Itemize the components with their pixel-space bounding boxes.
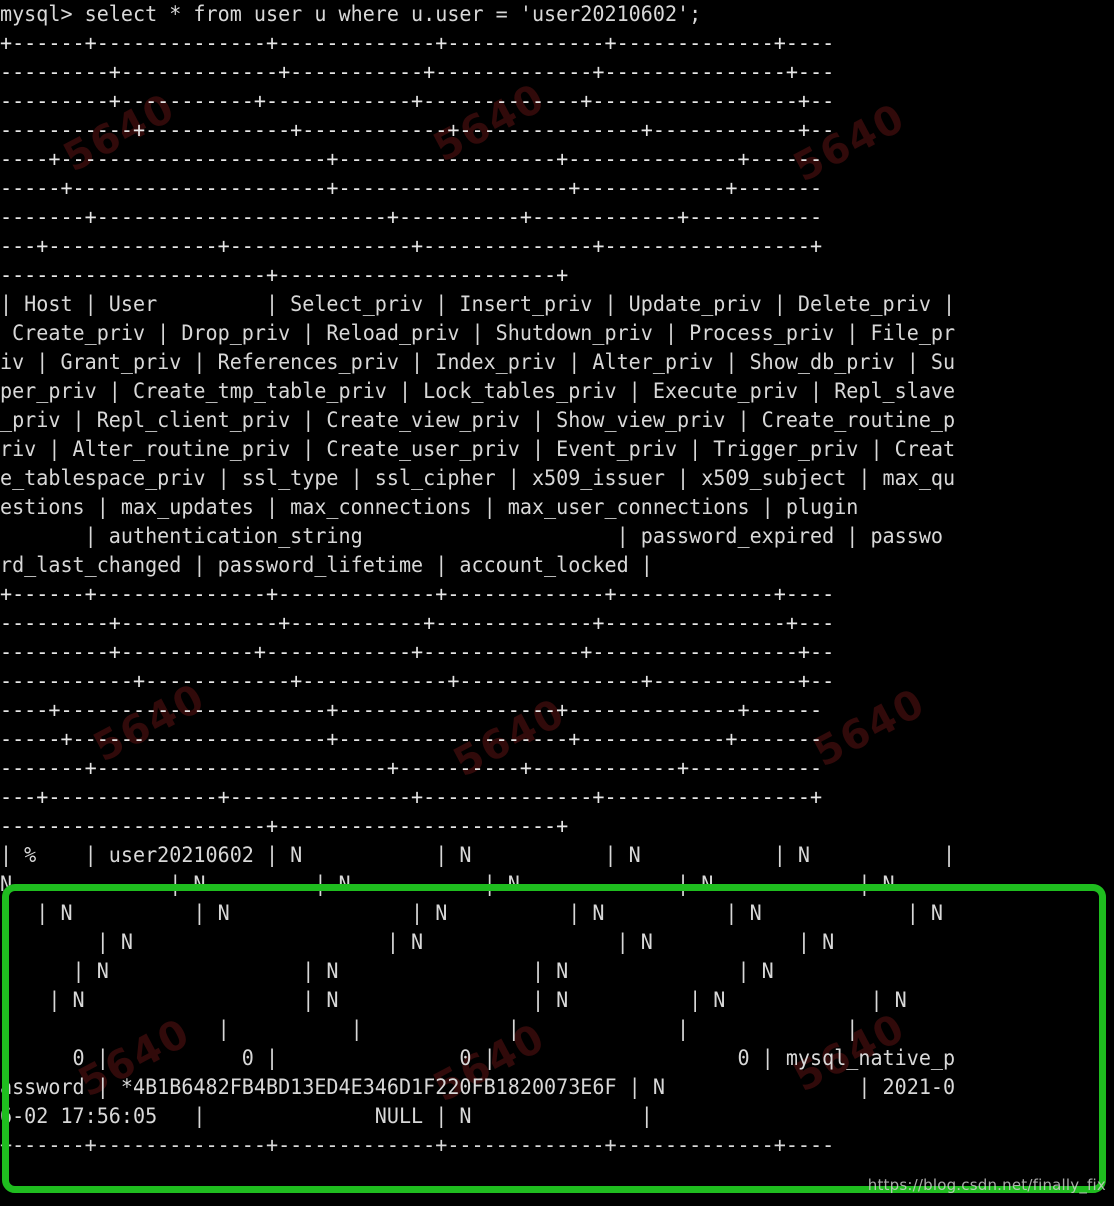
table-separator-line: +------+--------------+-------------+---… [0, 31, 835, 56]
terminal-line: N | N | N | N | N | N [0, 872, 895, 897]
table-separator-line: ---------+-----------+------------+-----… [0, 89, 835, 114]
table-separator-line: ----------------------+-----------------… [0, 814, 569, 839]
terminal-line: estions | max_updates | max_connections … [0, 495, 859, 520]
terminal-line: | | | | | [0, 1017, 859, 1042]
terminal-line: mysql> select * from user u where u.user… [0, 2, 702, 27]
terminal-output[interactable]: mysql> select * from user u where u.user… [0, 0, 1114, 1206]
terminal-line: Create_priv | Drop_priv | Reload_priv | … [0, 321, 956, 346]
terminal-screenshot: 5640 5640 5640 5640 5640 5640 5640 5640 … [0, 0, 1114, 1206]
table-separator-line: -----+---------------------+------------… [0, 176, 823, 201]
terminal-line: riv | Alter_routine_priv | Create_user_p… [0, 437, 956, 462]
terminal-line: 0 | 0 | 0 | 0 | mysql_native_p [0, 1046, 956, 1071]
terminal-line: | % | user20210602 | N | N | N | N | [0, 843, 956, 868]
table-separator-line: ---------+-------------+-----------+----… [0, 60, 835, 85]
terminal-line: | Host | User | Select_priv | Insert_pri… [0, 292, 956, 317]
table-separator-line: ----------------------+-----------------… [0, 263, 569, 288]
terminal-line: e_tablespace_priv | ssl_type | ssl_ciphe… [0, 466, 956, 491]
table-separator-line: -------+------------------------+-------… [0, 756, 823, 781]
table-separator-line: ---------+-----------+------------+-----… [0, 640, 835, 665]
terminal-line: assword | *4B1B6482FB4BD13ED4E346D1F220F… [0, 1075, 956, 1100]
table-separator-line: ----+----------------------+------------… [0, 698, 823, 723]
terminal-line: 6-02 17:56:05 | NULL | N | [0, 1104, 653, 1129]
table-separator-line: -----------+------------+------------+--… [0, 118, 835, 143]
terminal-line: | N | N | N | N | N [0, 988, 907, 1013]
terminal-line: rd_last_changed | password_lifetime | ac… [0, 553, 653, 578]
table-separator-line: -------+------------------------+-------… [0, 205, 823, 230]
terminal-line: | authentication_string | password_expir… [0, 524, 944, 549]
table-separator-line: -----------+------------+------------+--… [0, 669, 835, 694]
blog-url-watermark: https://blog.csdn.net/finally_fix [867, 1176, 1106, 1194]
terminal-line: +------+--------------+-------------+---… [0, 1133, 835, 1158]
table-separator-line: ---------+-------------+-----------+----… [0, 611, 835, 636]
table-separator-line: ----+----------------------+------------… [0, 147, 823, 172]
terminal-line: | N | N | N | N [0, 930, 835, 955]
terminal-line: iv | Grant_priv | References_priv | Inde… [0, 350, 956, 375]
terminal-line: | N | N | N | N | N | N [0, 901, 944, 926]
table-separator-line: -----+---------------------+------------… [0, 727, 823, 752]
terminal-line: per_priv | Create_tmp_table_priv | Lock_… [0, 379, 956, 404]
terminal-line: | N | N | N | N [0, 959, 774, 984]
table-separator-line: +------+--------------+-------------+---… [0, 582, 835, 607]
table-separator-line: ---+--------------+---------------+-----… [0, 785, 823, 810]
table-separator-line: ---+--------------+---------------+-----… [0, 234, 823, 259]
terminal-line: _priv | Repl_client_priv | Create_view_p… [0, 408, 956, 433]
